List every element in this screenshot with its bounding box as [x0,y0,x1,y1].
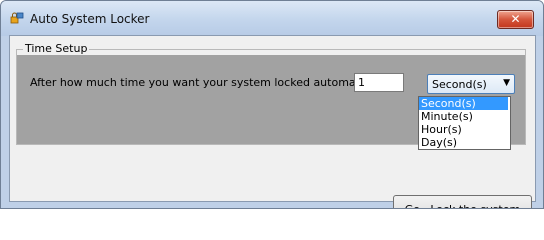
prompt-label: After how much time you want your system… [30,76,389,89]
app-lock-icon [10,12,24,24]
close-icon: ✕ [510,12,521,26]
groupbox-top-strip [17,50,525,55]
lock-system-button[interactable]: Go...Lock the system [393,195,532,208]
chevron-down-icon: ▼ [503,78,510,88]
title-bar[interactable]: Auto System Locker ✕ [1,1,543,36]
close-button[interactable]: ✕ [497,10,534,29]
time-unit-dropdown-list: Second(s) Minute(s) Hour(s) Day(s) [418,96,511,150]
time-unit-option-days[interactable]: Day(s) [419,136,508,149]
time-unit-select[interactable]: Second(s) ▼ [427,74,515,94]
window-title: Auto System Locker [30,12,150,26]
time-unit-option-minutes[interactable]: Minute(s) [419,110,508,123]
time-unit-option-hours[interactable]: Hour(s) [419,123,508,136]
time-unit-option-seconds[interactable]: Second(s) [419,97,508,110]
main-window: Auto System Locker ✕ Time Setup After ho… [0,0,544,209]
time-unit-selected: Second(s) [432,78,487,91]
groupbox-title: Time Setup [23,42,90,55]
time-value-input[interactable] [354,73,404,92]
